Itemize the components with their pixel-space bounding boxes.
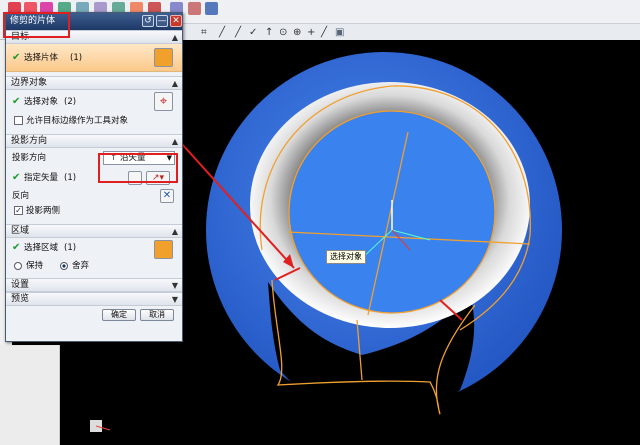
chevron-down-icon[interactable]: ▼ xyxy=(172,279,178,292)
sheet-body-icon[interactable] xyxy=(154,48,173,67)
section-boundary-label: 边界对象 xyxy=(11,78,48,88)
check-icon: ✔ xyxy=(12,172,21,183)
section-preview[interactable]: 预览 ▼ xyxy=(6,292,182,306)
keep-label: 保持 xyxy=(26,261,44,271)
target-select-label: 选择片体 xyxy=(24,53,59,63)
section-boundary[interactable]: 边界对象 ▲ xyxy=(6,76,182,90)
boundary-select-row[interactable]: ✔ 选择对象 (2) ⌖ xyxy=(6,90,182,114)
allow-edge-checkbox[interactable] xyxy=(14,116,23,125)
reverse-row: 反向 ✕ xyxy=(6,188,182,204)
section-settings-label: 设置 xyxy=(11,280,30,290)
cancel-button[interactable]: 取消 xyxy=(140,309,174,321)
target-select-row[interactable]: ✔ 选择片体 (1) xyxy=(6,44,182,72)
chevron-up-icon[interactable]: ▲ xyxy=(172,77,178,90)
section-projection[interactable]: 投影方向 ▲ xyxy=(6,134,182,148)
keep-radio[interactable] xyxy=(14,262,22,270)
minimize-icon[interactable]: — xyxy=(156,15,168,27)
project-both-row[interactable]: ✓ 投影两侧 xyxy=(6,204,182,218)
allow-edge-label: 允许目标边缘作为工具对象 xyxy=(26,116,129,126)
chevron-down-icon[interactable]: ▼ xyxy=(172,293,178,306)
region-mode-row: 保持 舍弃 xyxy=(6,258,182,274)
ok-button[interactable]: 确定 xyxy=(102,309,136,321)
section-region[interactable]: 区域 ▲ xyxy=(6,224,182,238)
check-icon: ✔ xyxy=(12,242,21,253)
projection-highlight-box xyxy=(98,153,178,183)
check-icon: ✔ xyxy=(12,52,21,63)
chevron-up-icon[interactable]: ▲ xyxy=(172,31,178,44)
close-icon[interactable]: ✕ xyxy=(170,15,182,27)
discard-radio[interactable] xyxy=(60,262,68,270)
dialog-footer: 确定 取消 xyxy=(6,306,182,324)
target-select-count: (1) xyxy=(70,53,83,63)
section-projection-label: 投影方向 xyxy=(11,136,48,146)
section-settings[interactable]: 设置 ▼ xyxy=(6,278,182,292)
chevron-up-icon[interactable]: ▲ xyxy=(172,225,178,238)
project-both-label: 投影两侧 xyxy=(26,206,61,216)
allow-edge-row[interactable]: 允许目标边缘作为工具对象 xyxy=(6,114,182,128)
boundary-select-label: 选择对象 xyxy=(24,97,59,107)
projection-dir-label: 投影方向 xyxy=(12,153,47,163)
section-region-label: 区域 xyxy=(11,226,30,236)
boundary-select-count: (2) xyxy=(64,97,77,107)
region-icon[interactable] xyxy=(154,240,173,259)
selection-tooltip: 选择对象 xyxy=(326,250,366,264)
crosshair-icon[interactable]: ⌖ xyxy=(154,92,173,111)
specify-vector-count: (1) xyxy=(64,173,77,183)
title-highlight-box xyxy=(3,12,70,38)
nx-window: { "dialog": { "title": "修剪的片体", "btn_bac… xyxy=(0,0,640,445)
reverse-direction-icon[interactable]: ✕ xyxy=(160,189,174,203)
project-both-checkbox[interactable]: ✓ xyxy=(14,206,23,215)
reverse-label: 反向 xyxy=(12,191,30,201)
chevron-up-icon[interactable]: ▲ xyxy=(172,135,178,148)
region-select-count: (1) xyxy=(64,243,77,253)
region-select-row[interactable]: ✔ 选择区域 (1) xyxy=(6,238,182,259)
specify-vector-label: 指定矢量 xyxy=(24,173,59,183)
reset-icon[interactable]: ↺ xyxy=(142,15,154,27)
section-preview-label: 预览 xyxy=(11,294,30,304)
region-select-label: 选择区域 xyxy=(24,243,59,253)
check-icon: ✔ xyxy=(12,96,21,107)
discard-label: 舍弃 xyxy=(72,261,90,271)
